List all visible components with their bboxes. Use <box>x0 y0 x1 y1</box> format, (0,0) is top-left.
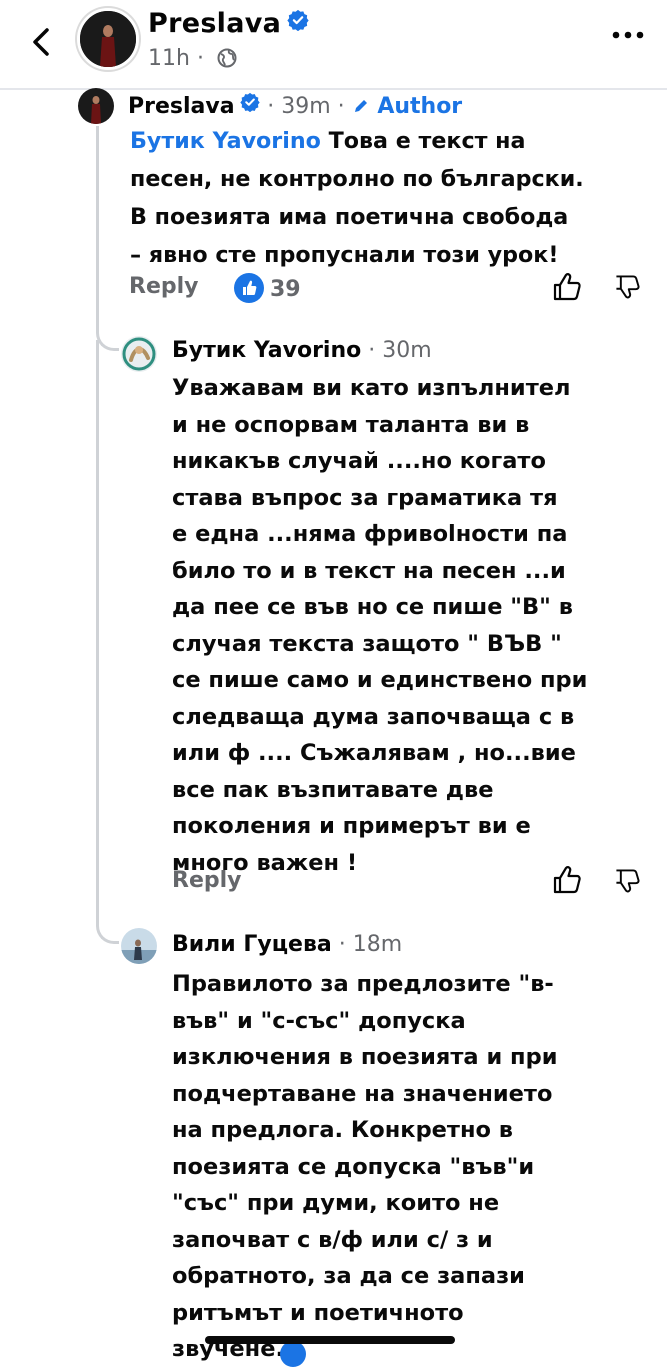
avatar[interactable] <box>121 336 157 372</box>
home-indicator[interactable] <box>205 1336 455 1344</box>
author-badge: Author <box>377 94 463 119</box>
more-icon[interactable] <box>611 28 645 42</box>
comment-author[interactable]: Бутик Yavorino · 30m <box>172 338 432 363</box>
thread-connector <box>96 895 119 944</box>
like-badge-icon <box>234 273 264 303</box>
thread-line <box>96 126 99 326</box>
comment-text: Правилото за предлозите "в- във" и "с-съ… <box>172 971 558 1362</box>
post-meta: 11h · <box>148 46 237 71</box>
comment-time: 30m <box>382 338 432 363</box>
reply-button[interactable]: Reply <box>129 274 199 299</box>
comment-author[interactable]: Вили Гуцева · 18m <box>172 932 402 957</box>
comment-time: 18m <box>352 932 403 957</box>
comment-text: Уважавам ви като изпълнител и не оспорва… <box>172 375 588 876</box>
avatar[interactable] <box>78 88 114 124</box>
comment-text: Бутик Yavorino Това е текст на песен, не… <box>130 128 584 268</box>
page-title[interactable]: Preslava <box>148 8 309 39</box>
comment-author[interactable]: Preslava · 39m · Author <box>128 92 462 119</box>
post-header: Preslava 11h · <box>0 0 667 90</box>
globe-icon <box>217 48 237 68</box>
thumbs-up-icon[interactable] <box>550 270 584 304</box>
avatar[interactable] <box>121 928 157 964</box>
reply-button[interactable]: Reply <box>172 868 242 893</box>
verified-badge-icon <box>287 9 309 31</box>
thread-line <box>96 340 99 900</box>
thumbs-up-icon[interactable] <box>550 863 584 897</box>
comment-time: 39m <box>281 94 331 119</box>
thumbs-down-icon[interactable] <box>612 272 642 302</box>
thumbs-down-icon[interactable] <box>612 866 642 896</box>
pencil-icon <box>354 100 367 112</box>
back-chevron-icon[interactable] <box>22 22 62 62</box>
like-count[interactable]: 39 <box>234 273 301 303</box>
post-time: 11h <box>148 46 190 71</box>
avatar[interactable] <box>77 8 139 70</box>
reaction-badge-icon <box>280 1341 306 1367</box>
mention-link[interactable]: Бутик Yavorino <box>130 128 321 154</box>
verified-badge-icon <box>239 92 260 112</box>
thread-connector <box>96 300 119 351</box>
